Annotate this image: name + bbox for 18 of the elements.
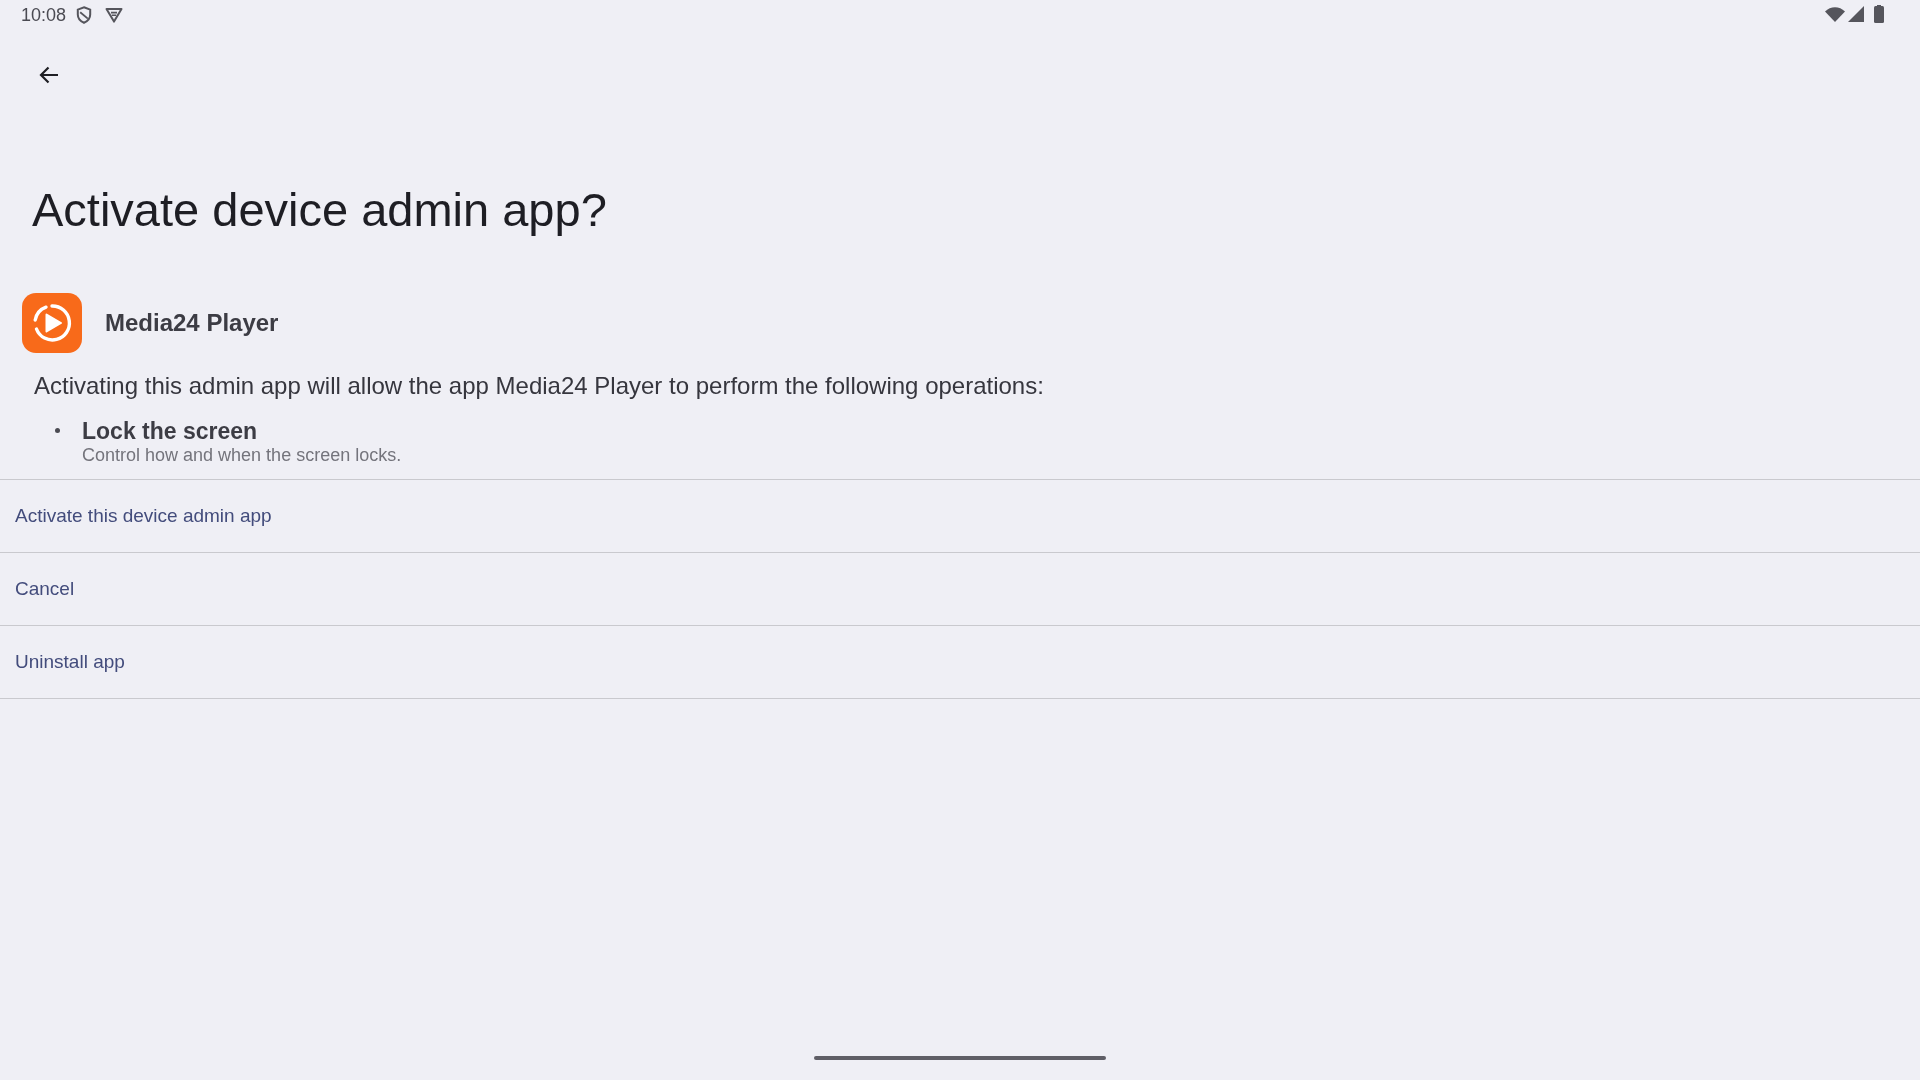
play-logo-icon [22, 293, 82, 353]
operation-title: Lock the screen [82, 418, 259, 444]
back-arrow-icon [39, 66, 59, 84]
app-name: Media24 Player [105, 308, 279, 338]
action-item[interactable]: Activate this device admin app [0, 479, 1920, 552]
shield-icon [76, 6, 93, 24]
signal-icon [1848, 6, 1864, 22]
shield-lines-icon [105, 7, 124, 23]
navigation-handle[interactable] [814, 1056, 1106, 1060]
wifi-icon [1825, 6, 1845, 22]
action-item[interactable]: Uninstall app [0, 625, 1920, 698]
page-title: Activate device admin app? [31, 182, 608, 238]
action-item[interactable]: Cancel [0, 552, 1920, 625]
battery-icon [1874, 5, 1884, 23]
status-time: 10:08 [21, 4, 67, 26]
description-text: Activating this admin app will allow the app Media24 Player to perform the following operations: [33, 371, 1045, 401]
bullet-icon [55, 428, 60, 433]
operation-description: Control how and when the screen locks. [82, 444, 402, 466]
